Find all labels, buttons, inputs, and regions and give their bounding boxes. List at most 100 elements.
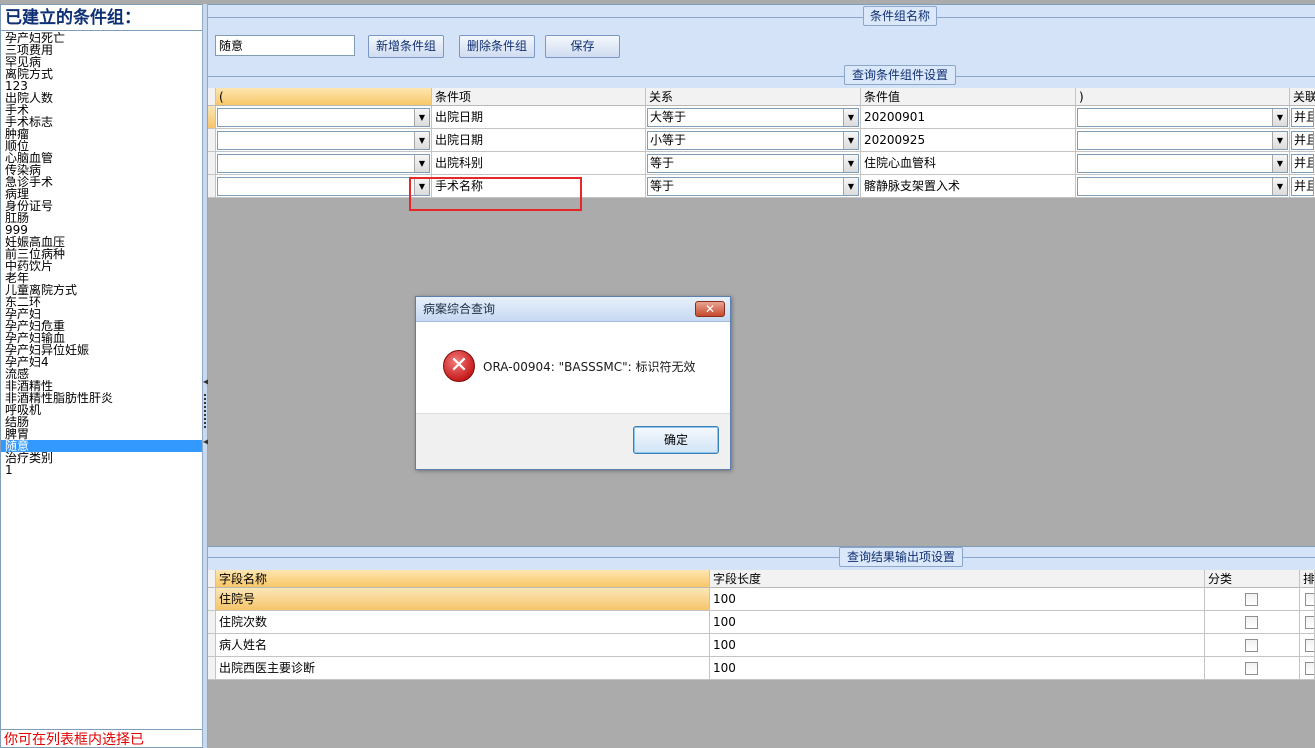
chevron-down-icon[interactable]: ▼ (1272, 132, 1287, 149)
group-list-item[interactable]: 孕产妇4 (1, 356, 202, 368)
open-dropdown[interactable]: ▼ (217, 131, 430, 150)
group-list-item[interactable]: 肿瘤 (1, 128, 202, 140)
group-list-item[interactable]: 手术 (1, 104, 202, 116)
group-list-item[interactable]: 三项费用 (1, 44, 202, 56)
relation-dropdown[interactable]: 等于 ▼ (647, 177, 859, 196)
collapse-left-icon-2[interactable]: ◀ (203, 438, 209, 446)
link-dropdown[interactable]: 并且 (1291, 177, 1314, 196)
close-icon[interactable]: ✕ (695, 301, 725, 317)
group-list-item[interactable]: 出院人数 (1, 92, 202, 104)
field-name-cell[interactable]: 出院西医主要诊断 (216, 657, 710, 680)
group-list-item[interactable]: 非酒精性脂肪性肝炎 (1, 392, 202, 404)
condition-column-header[interactable]: ) (1076, 88, 1290, 106)
condition-column-header[interactable]: 关系 (646, 88, 861, 106)
category-checkbox[interactable] (1245, 639, 1258, 652)
result-column-header[interactable]: 分类 (1205, 570, 1300, 588)
chevron-down-icon[interactable]: ▼ (414, 155, 429, 172)
result-row[interactable]: 病人姓名 100 (208, 634, 1315, 657)
group-list-item[interactable]: 罕见病 (1, 56, 202, 68)
group-list-item[interactable]: 孕产妇 (1, 308, 202, 320)
row-header-cell[interactable] (208, 152, 216, 175)
sort-checkbox[interactable] (1305, 593, 1314, 606)
chevron-down-icon[interactable]: ▼ (1272, 178, 1287, 195)
condition-cell-value[interactable]: 髂静脉支架置入术 (861, 175, 1076, 198)
condition-row[interactable]: ▼出院日期大等于▼20200901▼并且 (208, 106, 1315, 129)
group-list-item[interactable]: 非酒精性 (1, 380, 202, 392)
group-list-item[interactable]: 手术标志 (1, 116, 202, 128)
result-row[interactable]: 出院西医主要诊断 100 (208, 657, 1315, 680)
row-header-cell[interactable] (208, 611, 216, 634)
close-dropdown[interactable]: ▼ (1077, 177, 1288, 196)
row-header-cell[interactable] (208, 588, 216, 611)
group-list-item[interactable]: 123 (1, 80, 202, 92)
group-list-item[interactable]: 离院方式 (1, 68, 202, 80)
row-header-cell[interactable] (208, 634, 216, 657)
group-list-item[interactable]: 儿童离院方式 (1, 284, 202, 296)
condition-cell-value[interactable]: 20200901 (861, 106, 1076, 129)
result-column-header[interactable]: 字段名称 (216, 570, 710, 588)
group-list-item[interactable]: 999 (1, 224, 202, 236)
close-dropdown[interactable]: ▼ (1077, 108, 1288, 127)
condition-column-header[interactable]: 条件项 (432, 88, 646, 106)
row-header-cell[interactable] (208, 657, 216, 680)
field-length-cell[interactable]: 100 (710, 657, 1205, 680)
condition-row[interactable]: ▼出院日期小等于▼20200925▼并且 (208, 129, 1315, 152)
sort-checkbox[interactable] (1305, 616, 1314, 629)
relation-dropdown[interactable]: 小等于 ▼ (647, 131, 859, 150)
add-group-button[interactable]: 新增条件组 (368, 35, 444, 58)
condition-group-list[interactable]: 孕产妇死亡 三项费用 罕见病 离院方式 123 出院人数 手术 手术标志 肿瘤 顺位 心脑血管 传染病… (1, 31, 202, 476)
open-dropdown[interactable]: ▼ (217, 154, 430, 173)
condition-cell-value[interactable]: 20200925 (861, 129, 1076, 152)
group-list-item[interactable]: 前三位病种 (1, 248, 202, 260)
link-dropdown[interactable]: 并且 (1291, 108, 1314, 127)
group-list-item[interactable]: 孕产妇死亡 (1, 32, 202, 44)
open-dropdown[interactable]: ▼ (217, 177, 430, 196)
chevron-down-icon[interactable]: ▼ (843, 132, 858, 149)
group-list-item[interactable]: 中药饮片 (1, 260, 202, 272)
relation-dropdown[interactable]: 大等于 ▼ (647, 108, 859, 127)
group-list-item[interactable]: 孕产妇输血 (1, 332, 202, 344)
save-button[interactable]: 保存 (545, 35, 620, 58)
chevron-down-icon[interactable]: ▼ (1272, 155, 1287, 172)
result-row[interactable]: 住院次数 100 (208, 611, 1315, 634)
field-length-cell[interactable]: 100 (710, 588, 1205, 611)
category-checkbox[interactable] (1245, 616, 1258, 629)
group-list-item[interactable]: 流感 (1, 368, 202, 380)
category-checkbox[interactable] (1245, 593, 1258, 606)
link-dropdown[interactable]: 并且 (1291, 154, 1314, 173)
chevron-down-icon[interactable]: ▼ (843, 109, 858, 126)
open-dropdown[interactable]: ▼ (217, 108, 430, 127)
relation-dropdown[interactable]: 等于 ▼ (647, 154, 859, 173)
row-header-cell[interactable] (208, 129, 216, 152)
sort-checkbox[interactable] (1305, 639, 1314, 652)
group-list-item[interactable]: 病理 (1, 188, 202, 200)
group-list-item[interactable]: 1 (1, 464, 202, 476)
group-list-item[interactable]: 老年 (1, 272, 202, 284)
condition-cell-item[interactable]: 出院科别 (432, 152, 646, 175)
group-list-item[interactable]: 妊娠高血压 (1, 236, 202, 248)
group-list-item[interactable]: 顺位 (1, 140, 202, 152)
result-column-header[interactable]: 排 (1300, 570, 1315, 588)
ok-button[interactable]: 确定 (633, 426, 719, 454)
chevron-down-icon[interactable]: ▼ (414, 109, 429, 126)
group-list-item[interactable]: 心脑血管 (1, 152, 202, 164)
field-name-cell[interactable]: 住院号 (216, 588, 710, 611)
delete-group-button[interactable]: 删除条件组 (459, 35, 535, 58)
sort-checkbox[interactable] (1305, 662, 1314, 675)
condition-column-header[interactable]: 关联 (1290, 88, 1315, 106)
field-length-cell[interactable]: 100 (710, 634, 1205, 657)
chevron-down-icon[interactable]: ▼ (843, 178, 858, 195)
field-name-cell[interactable]: 病人姓名 (216, 634, 710, 657)
result-row[interactable]: 住院号 100 (208, 588, 1315, 611)
group-list-item[interactable]: 呼吸机 (1, 404, 202, 416)
group-name-input[interactable] (215, 35, 355, 56)
row-header-cell[interactable] (208, 175, 216, 198)
link-dropdown[interactable]: 并且 (1291, 131, 1314, 150)
field-length-cell[interactable]: 100 (710, 611, 1205, 634)
close-dropdown[interactable]: ▼ (1077, 131, 1288, 150)
group-list-item[interactable]: 随意 (1, 440, 202, 452)
condition-column-header[interactable]: ( (216, 88, 432, 106)
result-column-header[interactable]: 字段长度 (710, 570, 1205, 588)
group-list-item[interactable]: 肛肠 (1, 212, 202, 224)
group-list-item[interactable]: 治疗类别 (1, 452, 202, 464)
